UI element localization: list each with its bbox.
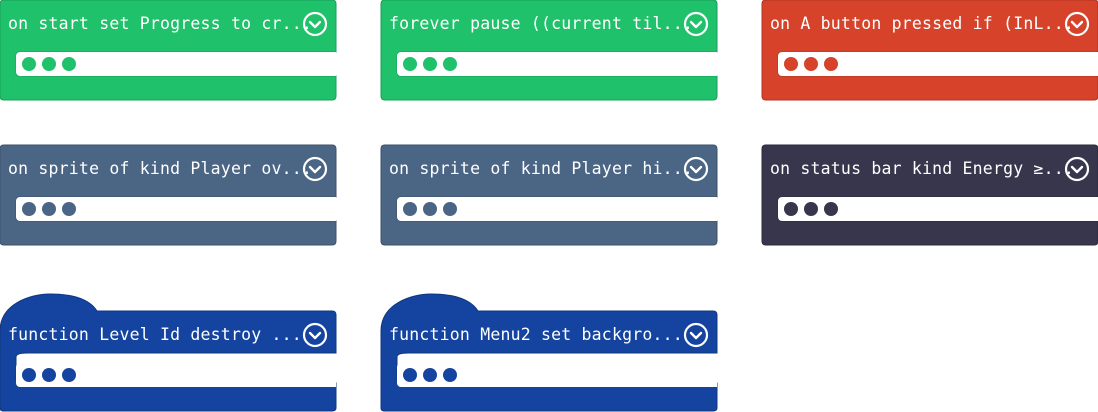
ellipsis-dots-icon[interactable] [403, 202, 457, 216]
ellipsis-dot [423, 368, 437, 382]
block-label: function Level Id destroy ... [8, 325, 302, 344]
collapsed-contents-slot [778, 197, 1098, 221]
block-body [380, 293, 718, 412]
collapsed-block-on-sprite-hits-wall[interactable]: on sprite of kind Player hi... [380, 144, 718, 246]
ellipsis-dot [824, 57, 838, 71]
chevron-circle-glyph [302, 322, 328, 348]
ellipsis-dot [42, 57, 56, 71]
ellipsis-dot [62, 202, 76, 216]
chevron-circle-glyph [683, 322, 709, 348]
chevron-circle-glyph [683, 156, 709, 182]
ellipsis-dot [62, 368, 76, 382]
collapsed-contents-slot [778, 52, 1098, 76]
chevron-down-icon[interactable] [302, 156, 328, 182]
chevron-down-icon[interactable] [302, 11, 328, 37]
ellipsis-dots-icon[interactable] [22, 202, 76, 216]
block-label: forever pause ((current til... [389, 14, 694, 33]
chevron-down-icon[interactable] [1064, 11, 1090, 37]
ellipsis-dots-icon[interactable] [784, 202, 838, 216]
chevron-down-icon[interactable] [302, 322, 328, 348]
ellipsis-dot [443, 57, 457, 71]
ellipsis-dots-icon[interactable] [784, 57, 838, 71]
collapsed-function-level-id[interactable]: function Level Id destroy ... [0, 293, 337, 412]
collapsed-block-on-a-button-pressed[interactable]: on A button pressed if (InL... [761, 0, 1098, 101]
chevron-circle-glyph [1064, 11, 1090, 37]
ellipsis-dot [443, 202, 457, 216]
ellipsis-dot [824, 202, 838, 216]
ellipsis-dot [403, 368, 417, 382]
chevron-circle-glyph [302, 156, 328, 182]
block-shape [0, 293, 337, 412]
ellipsis-dot [443, 368, 457, 382]
chevron-down-icon[interactable] [683, 156, 709, 182]
ellipsis-dots-icon[interactable] [403, 57, 457, 71]
block-label: on sprite of kind Player ov... [8, 159, 313, 178]
ellipsis-dot [804, 202, 818, 216]
ellipsis-dot [784, 57, 798, 71]
collapsed-contents-slot [397, 197, 717, 221]
chevron-circle-glyph [683, 11, 709, 37]
collapsed-contents-slot [16, 363, 336, 387]
collapsed-contents-slot [16, 52, 336, 76]
chevron-circle-glyph [302, 11, 328, 37]
ellipsis-dots-icon[interactable] [22, 368, 76, 382]
collapsed-contents-slot [16, 197, 336, 221]
ellipsis-dot [42, 368, 56, 382]
ellipsis-dot [784, 202, 798, 216]
block-label: on A button pressed if (InL... [770, 14, 1075, 33]
ellipsis-dot [22, 368, 36, 382]
block-label: function Menu2 set backgro... [389, 325, 683, 344]
collapsed-block-on-status-bar[interactable]: on status bar kind Energy ≥... [761, 144, 1098, 246]
ellipsis-dots-icon[interactable] [403, 368, 457, 382]
chevron-circle-glyph [1064, 156, 1090, 182]
ellipsis-dot [403, 57, 417, 71]
ellipsis-dot [22, 202, 36, 216]
block-label: on sprite of kind Player hi... [389, 159, 694, 178]
chevron-down-icon[interactable] [683, 322, 709, 348]
ellipsis-dot [42, 202, 56, 216]
collapsed-block-on-sprite-overlaps[interactable]: on sprite of kind Player ov... [0, 144, 337, 246]
ellipsis-dots-icon[interactable] [22, 57, 76, 71]
collapsed-block-forever[interactable]: forever pause ((current til... [380, 0, 718, 101]
collapsed-function-menu2[interactable]: function Menu2 set backgro... [380, 293, 718, 412]
collapsed-contents-slot [397, 363, 717, 387]
ellipsis-dot [62, 57, 76, 71]
block-label: on start set Progress to cr... [8, 14, 313, 33]
chevron-down-icon[interactable] [683, 11, 709, 37]
collapsed-contents-slot [397, 52, 717, 76]
block-body [0, 293, 337, 412]
collapsed-block-on-start[interactable]: on start set Progress to cr... [0, 0, 337, 101]
ellipsis-dot [423, 202, 437, 216]
block-label: on status bar kind Energy ≥... [770, 159, 1075, 178]
chevron-down-icon[interactable] [1064, 156, 1090, 182]
block-shape [380, 293, 718, 412]
ellipsis-dot [22, 57, 36, 71]
ellipsis-dot [423, 57, 437, 71]
ellipsis-dot [403, 202, 417, 216]
ellipsis-dot [804, 57, 818, 71]
